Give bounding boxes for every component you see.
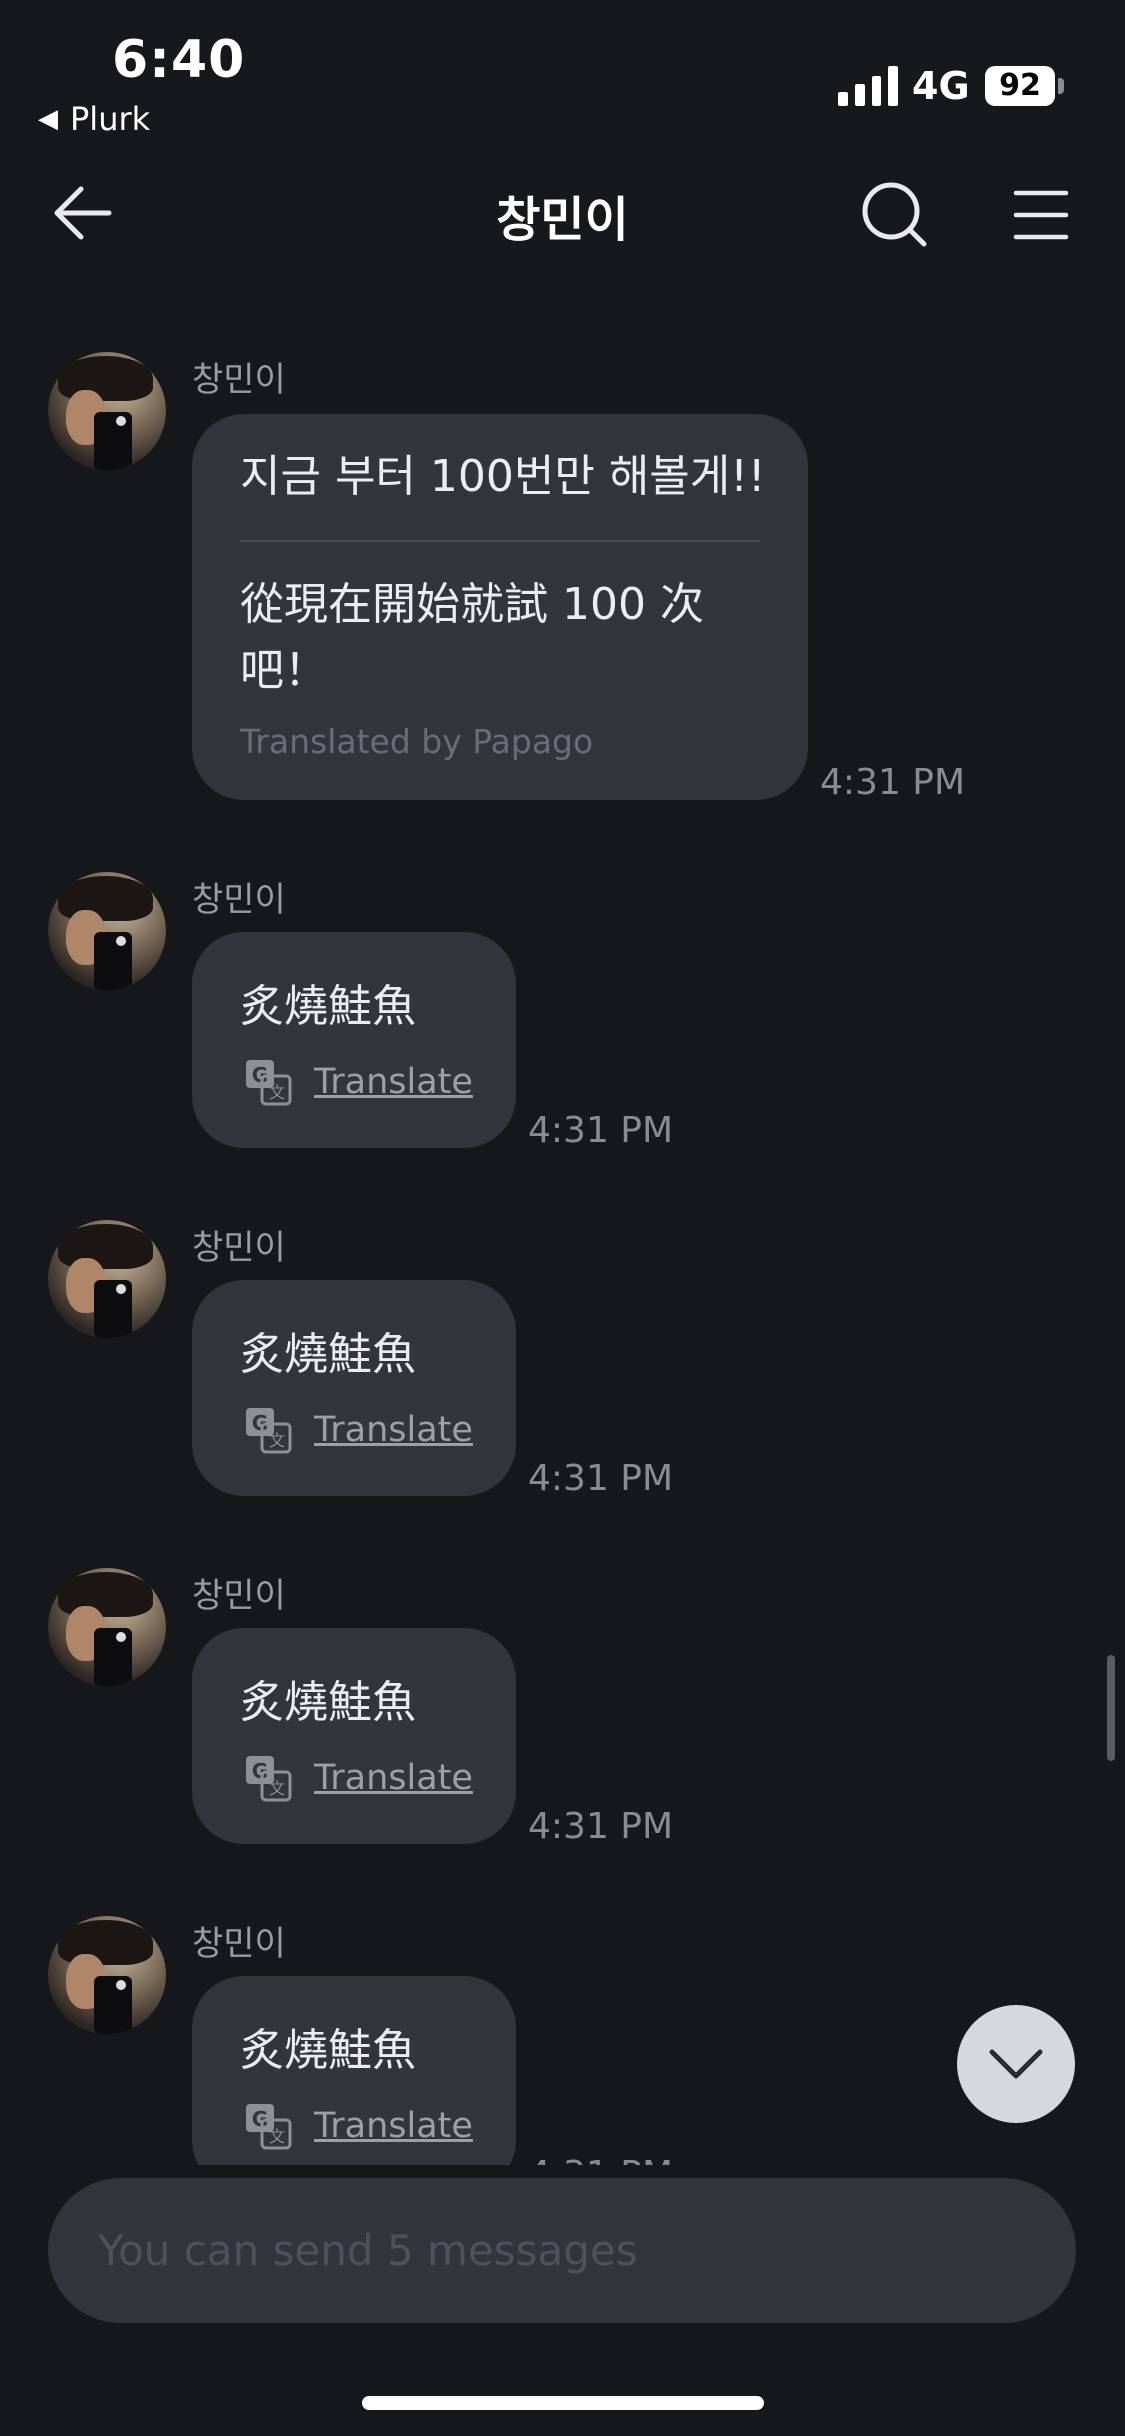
message-bubble[interactable]: 炙燒鮭魚 G 文 Translate <box>192 1976 516 2192</box>
translate-button[interactable]: G 文 Translate <box>244 1754 473 1802</box>
translate-icon: G 文 <box>246 1060 292 1106</box>
translate-button[interactable]: G 文 Translate <box>244 1058 473 1106</box>
message-bubble[interactable]: 지금 부터 100번만 해볼게!! 從現在開始就試 100 次吧！ Transl… <box>192 414 808 800</box>
scroll-to-bottom-button[interactable] <box>957 2005 1075 2123</box>
back-app-label: Plurk <box>70 100 151 138</box>
sender-name: 창민이 <box>192 1924 286 1964</box>
message-text-translation: 從現在開始就試 100 次吧！ <box>240 579 704 696</box>
cell-signal-icon <box>838 64 898 106</box>
translate-icon: G 文 <box>246 1408 292 1454</box>
chevron-down-icon <box>989 2049 1043 2079</box>
translate-icon: G 文 <box>246 1756 292 1802</box>
message-time: 4:31 PM <box>528 1806 674 1847</box>
search-button[interactable] <box>850 170 940 260</box>
avatar[interactable] <box>48 352 166 470</box>
translate-link[interactable]: Translate <box>314 1758 473 1798</box>
avatar[interactable] <box>48 1916 166 2034</box>
scrollbar[interactable] <box>1107 1655 1115 1761</box>
message-input[interactable] <box>48 2178 1076 2323</box>
sender-name: 창민이 <box>192 880 286 920</box>
battery-icon: 92 <box>985 66 1055 106</box>
translate-button[interactable]: G 文 Translate <box>244 1406 473 1454</box>
svg-text:文: 文 <box>269 1431 285 1450</box>
message-bubble[interactable]: 炙燒鮭魚 G 文 Translate <box>192 932 516 1148</box>
network-type: 4G <box>912 64 970 108</box>
search-icon <box>862 182 927 247</box>
battery-nub <box>1058 78 1064 94</box>
message-text: 炙燒鮭魚 <box>240 1677 416 1728</box>
avatar[interactable] <box>48 1220 166 1338</box>
sender-name: 창민이 <box>192 1576 286 1616</box>
back-to-app-link[interactable]: ◀ Plurk <box>38 100 150 138</box>
status-time: 6:40 <box>112 30 246 90</box>
translation-credit: Translated by Papago <box>240 722 594 761</box>
translate-link[interactable]: Translate <box>314 2106 473 2146</box>
message-bubble[interactable]: 炙燒鮭魚 G 文 Translate <box>192 1280 516 1496</box>
back-triangle-icon: ◀ <box>38 104 58 134</box>
message-input-container[interactable] <box>48 2178 1076 2323</box>
translate-link[interactable]: Translate <box>314 1062 473 1102</box>
sender-name: 창민이 <box>192 360 286 400</box>
message-time: 4:31 PM <box>528 1458 674 1499</box>
translation-divider <box>240 540 760 542</box>
svg-text:文: 文 <box>269 1083 285 1102</box>
message-bubble[interactable]: 炙燒鮭魚 G 文 Translate <box>192 1628 516 1844</box>
svg-text:文: 文 <box>269 1779 285 1798</box>
message-time: 4:31 PM <box>820 762 966 803</box>
menu-button[interactable] <box>996 170 1086 260</box>
svg-text:文: 文 <box>269 2127 285 2146</box>
avatar[interactable] <box>48 872 166 990</box>
hamburger-icon <box>1013 190 1069 240</box>
message-text: 炙燒鮭魚 <box>240 981 416 1032</box>
message-text: 炙燒鮭魚 <box>240 1329 416 1380</box>
message-time: 4:31 PM <box>528 1110 674 1151</box>
message-text-original: 지금 부터 100번만 해볼게!! <box>240 451 766 502</box>
translate-link[interactable]: Translate <box>314 1410 473 1450</box>
avatar[interactable] <box>48 1568 166 1686</box>
home-indicator[interactable] <box>362 2396 764 2410</box>
translate-button[interactable]: G 文 Translate <box>244 2102 473 2150</box>
sender-name: 창민이 <box>192 1228 286 1268</box>
page-title: 창민이 <box>496 192 629 248</box>
translate-icon: G 文 <box>246 2104 292 2150</box>
message-text: 炙燒鮭魚 <box>240 2025 416 2076</box>
